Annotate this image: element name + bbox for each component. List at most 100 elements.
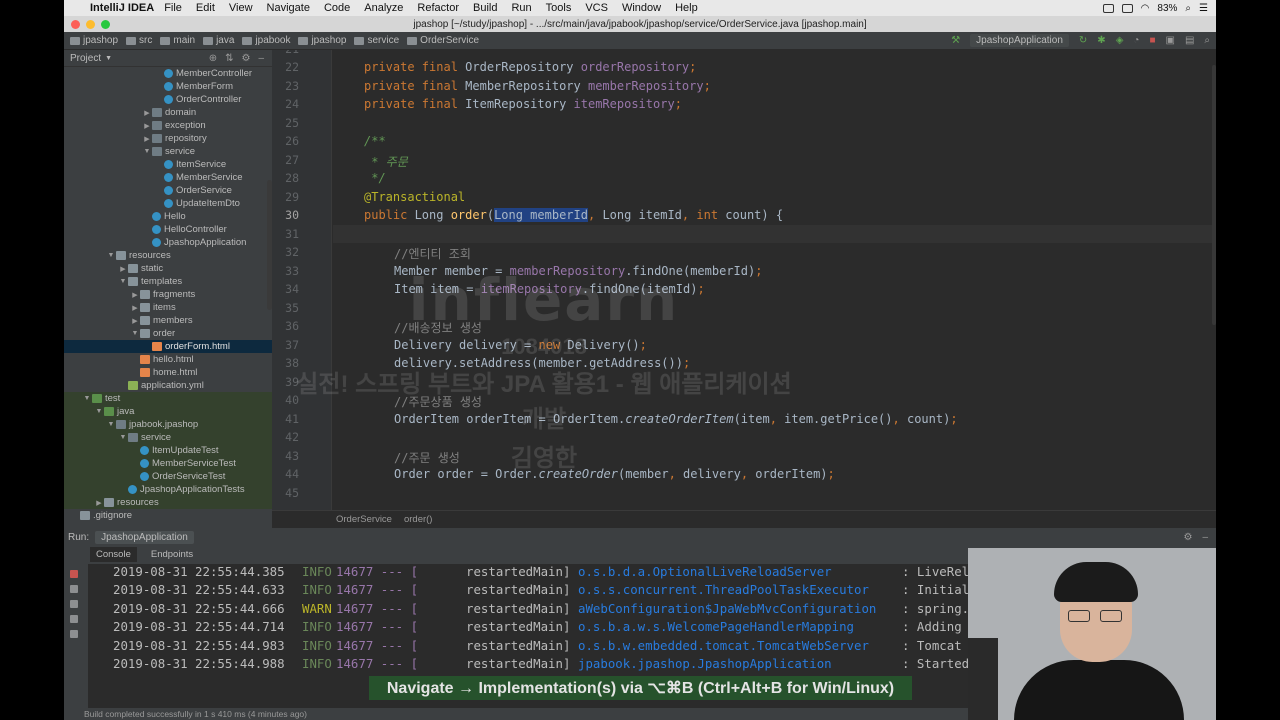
menu-vcs[interactable]: VCS [585, 2, 608, 14]
collapsed-arrow-icon[interactable]: ▶ [130, 291, 140, 299]
tree-item[interactable]: ▼ order [64, 327, 272, 340]
breadcrumb-item[interactable]: java [203, 35, 234, 46]
log-logger[interactable]: aWebConfiguration$JpaWebMvcConfiguration [578, 601, 902, 619]
expanded-arrow-icon[interactable]: ▼ [94, 408, 104, 415]
pin-icon[interactable] [70, 630, 78, 638]
tree-item[interactable]: ▼ templates [64, 275, 272, 288]
menu-extras-icon[interactable]: ☰ [1199, 3, 1208, 14]
tree-item[interactable]: ▼ service [64, 145, 272, 158]
app-menu[interactable]: IntelliJ IDEA [90, 2, 154, 14]
menu-file[interactable]: File [164, 2, 182, 14]
tree-item[interactable]: ▶ items [64, 301, 272, 314]
expanded-arrow-icon[interactable]: ▼ [106, 252, 116, 259]
tree-item[interactable]: ▶ domain [64, 106, 272, 119]
tree-item[interactable]: ▶ members [64, 314, 272, 327]
collapsed-arrow-icon[interactable]: ▶ [94, 499, 104, 507]
log-logger[interactable]: o.s.s.concurrent.ThreadPoolTaskExecutor [578, 582, 902, 600]
tree-item[interactable]: ItemService [64, 158, 272, 171]
menu-build[interactable]: Build [473, 2, 497, 14]
tree-item[interactable]: MemberServiceTest [64, 457, 272, 470]
tree-item[interactable]: OrderController [64, 93, 272, 106]
tree-item[interactable]: ▼ jpabook.jpashop [64, 418, 272, 431]
battery-label[interactable]: 83% [1157, 3, 1177, 14]
project-view-select[interactable]: Project [70, 53, 101, 64]
menu-analyze[interactable]: Analyze [364, 2, 403, 14]
expanded-arrow-icon[interactable]: ▼ [82, 395, 92, 402]
breadcrumb-item[interactable]: main [160, 35, 195, 46]
breadcrumb-item[interactable]: jpabook [242, 35, 290, 46]
tree-item[interactable]: application.yml [64, 379, 272, 392]
editor-scrollbar[interactable] [1212, 65, 1216, 325]
tree-item[interactable]: MemberController [64, 67, 272, 80]
collapsed-arrow-icon[interactable]: ▶ [118, 265, 128, 273]
tree-item[interactable]: JpashopApplicationTests [64, 483, 272, 496]
tree-item[interactable]: ▼ java [64, 405, 272, 418]
breadcrumb-item[interactable]: service [354, 35, 399, 46]
expanded-arrow-icon[interactable]: ▼ [106, 421, 116, 428]
menu-tools[interactable]: Tools [546, 2, 572, 14]
menu-window[interactable]: Window [622, 2, 661, 14]
expanded-arrow-icon[interactable]: ▼ [142, 148, 152, 155]
camera-icon[interactable] [70, 585, 78, 593]
run-app-tab[interactable]: JpashopApplication [95, 530, 194, 544]
collapse-icon[interactable]: ⇅ [225, 53, 233, 64]
code-area[interactable]: 21 22 23 24 25 26 27 28 29 30 31 32 33 34 35 36 37 38 39 40… [272, 50, 1216, 510]
log-logger[interactable]: o.s.b.d.a.OptionalLiveReloadServer [578, 564, 902, 582]
tree-item[interactable]: Hello [64, 210, 272, 223]
menu-run[interactable]: Run [511, 2, 531, 14]
tree-item[interactable]: .gitignore [64, 509, 272, 522]
gear-icon[interactable]: ⚙ [241, 53, 250, 64]
display-icon[interactable] [1121, 3, 1133, 13]
hide-panel-icon[interactable]: – [1202, 532, 1208, 543]
tree-item[interactable]: UpdateItemDto [64, 197, 272, 210]
tree-item[interactable]: hello.html [64, 353, 272, 366]
log-logger[interactable]: o.s.b.a.w.s.WelcomePageHandlerMapping [578, 619, 902, 637]
tree-item[interactable]: home.html [64, 366, 272, 379]
exit-icon[interactable] [70, 600, 78, 608]
tree-item[interactable]: ItemUpdateTest [64, 444, 272, 457]
rerun-icon[interactable]: ↻ [1079, 35, 1087, 46]
tree-item[interactable]: JpashopApplication [64, 236, 272, 249]
tree-item[interactable]: MemberForm [64, 80, 272, 93]
menu-code[interactable]: Code [324, 2, 350, 14]
tab-endpoints[interactable]: Endpoints [151, 549, 193, 560]
layout-icon[interactable] [70, 615, 78, 623]
breadcrumb-item[interactable]: OrderService [407, 35, 479, 46]
expanded-arrow-icon[interactable]: ▼ [118, 278, 128, 285]
search-icon[interactable]: ⌕ [1185, 3, 1191, 14]
gear-icon[interactable]: ⚙ [1183, 532, 1192, 543]
collapsed-arrow-icon[interactable]: ▶ [130, 304, 140, 312]
collapsed-arrow-icon[interactable]: ▶ [142, 109, 152, 117]
screen-record-icon[interactable] [1102, 3, 1114, 13]
tree-item[interactable]: ▼ test [64, 392, 272, 405]
menu-view[interactable]: View [229, 2, 253, 14]
breadcrumb-item[interactable]: src [126, 35, 152, 46]
collapsed-arrow-icon[interactable]: ▶ [142, 122, 152, 130]
stop-icon[interactable]: ■ [1149, 35, 1155, 46]
tree-item[interactable]: ▶ static [64, 262, 272, 275]
run-config-select[interactable]: JpashopApplication [970, 34, 1069, 47]
debug-icon[interactable]: ✱ [1097, 35, 1105, 46]
menu-navigate[interactable]: Navigate [267, 2, 310, 14]
tree-item[interactable]: ▶ resources [64, 496, 272, 509]
breadcrumb-method[interactable]: order() [404, 514, 433, 525]
collapsed-arrow-icon[interactable]: ▶ [130, 317, 140, 325]
code-editor[interactable]: 21 22 23 24 25 26 27 28 29 30 31 32 33 34 35 36 37 38 39 40… [272, 50, 1216, 528]
breadcrumb-class[interactable]: OrderService [336, 514, 392, 525]
chevron-down-icon[interactable]: ▼ [105, 55, 112, 62]
tree-item[interactable]: OrderServiceTest [64, 470, 272, 483]
tree-item[interactable]: ▶ repository [64, 132, 272, 145]
build-hammer-icon[interactable]: ⚒ [951, 35, 960, 46]
locate-icon[interactable]: ⊕ [209, 53, 217, 64]
wifi-icon[interactable]: ◠ [1141, 3, 1150, 14]
project-structure-icon[interactable]: ▣ [1165, 35, 1174, 46]
menu-edit[interactable]: Edit [196, 2, 215, 14]
tree-item[interactable]: HelloController [64, 223, 272, 236]
menu-refactor[interactable]: Refactor [417, 2, 459, 14]
hide-icon[interactable]: – [258, 53, 264, 64]
tree-item[interactable]: MemberService [64, 171, 272, 184]
tree-item[interactable]: ▼ service [64, 431, 272, 444]
expanded-arrow-icon[interactable]: ▼ [130, 330, 140, 337]
tab-console[interactable]: Console [90, 547, 137, 562]
tree-item[interactable]: ▶ fragments [64, 288, 272, 301]
